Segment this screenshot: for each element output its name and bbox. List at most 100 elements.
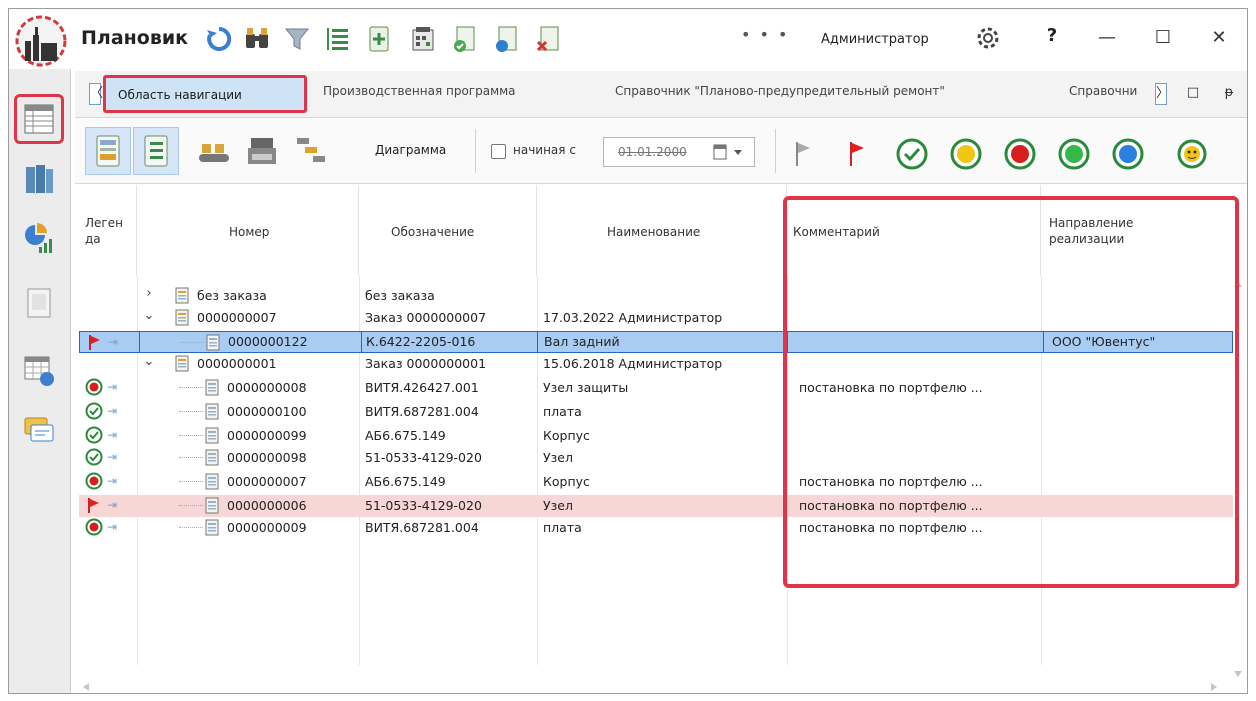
table-row[interactable]: ⇥ 0000000009 ВИТЯ.687281.004 плата постановк… xyxy=(79,517,1233,539)
start-date-checkbox[interactable] xyxy=(491,144,506,159)
table-row[interactable]: ⇥ 0000000122 К.6422-2205-016 Вал задний ООО … xyxy=(79,331,1233,353)
flag-red-icon[interactable] xyxy=(841,137,875,171)
link-icon: ⇥ xyxy=(107,428,118,442)
sidebar-item-messages[interactable] xyxy=(17,409,61,453)
schedule-settings-icon xyxy=(24,356,54,386)
table-row[interactable]: ⇥ 0000000008 ВИТЯ.426427.001 Узел защиты пос… xyxy=(79,377,1233,399)
status-face-icon[interactable] xyxy=(1175,137,1209,171)
document-check-icon[interactable] xyxy=(449,23,481,55)
cell-number: 0000000006 xyxy=(227,498,307,513)
diagram-label[interactable]: Диаграмма xyxy=(375,143,446,157)
cell-comment: постановка по портфелю ... xyxy=(799,498,983,513)
sidebar-item-document[interactable] xyxy=(17,281,61,325)
status-yellow-icon[interactable] xyxy=(949,137,983,171)
cell-number: 0000000122 xyxy=(228,334,308,349)
cell-border xyxy=(788,332,1044,352)
cell-designation: без заказа xyxy=(365,288,435,303)
tab-label: Область навигации xyxy=(118,88,242,102)
expand-toggle[interactable]: › xyxy=(143,286,155,301)
tree-connector xyxy=(179,435,203,437)
tab-production-program[interactable]: Производственная программа xyxy=(323,84,516,98)
user-name[interactable]: Администратор xyxy=(821,32,929,47)
cell-designation: К.6422-2205-016 xyxy=(366,334,476,349)
document-icon xyxy=(175,355,189,372)
calendar-dropdown-icon[interactable] xyxy=(710,142,748,162)
flag-grey-icon[interactable] xyxy=(787,137,821,171)
document-icon xyxy=(205,473,219,490)
table-row[interactable]: ⇥ 0000000099 АБ6.675.149 Корпус xyxy=(79,425,1233,447)
refresh-icon[interactable] xyxy=(203,23,235,55)
cell-number: 0000000099 xyxy=(227,428,307,443)
status-check-icon[interactable] xyxy=(895,137,929,171)
tree-connector xyxy=(179,411,203,413)
document-icon xyxy=(205,497,219,514)
messages-icon xyxy=(24,417,54,442)
app-window: Плановик • • • Администратор ? — ☐ ✕ 〈 О… xyxy=(8,8,1248,694)
sidebar-item-table[interactable] xyxy=(14,94,64,144)
view-list-button[interactable] xyxy=(133,127,179,175)
status-check-icon xyxy=(85,448,103,466)
column-header-name[interactable]: Наименование xyxy=(537,185,787,275)
status-green-icon[interactable] xyxy=(1057,137,1091,171)
help-button[interactable]: ? xyxy=(1042,25,1062,46)
flag-red-icon xyxy=(88,498,99,513)
cell-designation: Заказ 0000000007 xyxy=(365,310,487,325)
toolbar: Диаграмма начиная с 01.01.2000 xyxy=(75,119,1247,184)
cell-designation: ВИТЯ.426427.001 xyxy=(365,380,479,395)
tab-navigation-area[interactable]: Область навигации xyxy=(103,75,307,113)
tab-maintenance-reference[interactable]: Справочник "Планово-предупредительный ре… xyxy=(615,84,945,98)
view-cards-button[interactable] xyxy=(85,127,131,175)
conveyor-button[interactable] xyxy=(191,127,237,175)
table-row[interactable]: › без заказа без заказа xyxy=(79,285,1233,307)
expand-toggle[interactable]: ⌄ xyxy=(143,354,155,369)
document-icon xyxy=(205,427,219,444)
table-row[interactable]: ⇥ 0000000098 51-0533-4129-020 Узел xyxy=(79,447,1233,469)
calculator-icon[interactable] xyxy=(407,23,439,55)
status-red-icon xyxy=(85,378,103,396)
cell-number: 0000000100 xyxy=(227,404,307,419)
tree-connector xyxy=(180,342,204,344)
document-delete-icon[interactable] xyxy=(533,23,565,55)
column-header-direction[interactable]: Направление реализации xyxy=(1041,185,1231,275)
gear-icon[interactable] xyxy=(973,23,1003,53)
analytics-icon xyxy=(25,223,52,253)
table-row[interactable]: ⇥ 0000000007 АБ6.675.149 Корпус постановка п… xyxy=(79,471,1233,493)
document-info-icon[interactable] xyxy=(491,23,523,55)
cell-designation: АБ6.675.149 xyxy=(365,428,446,443)
start-date-field[interactable]: 01.01.2000 xyxy=(603,137,755,167)
add-document-icon[interactable] xyxy=(363,23,395,55)
column-header-legend[interactable]: Леген да xyxy=(75,185,137,275)
column-header-designation[interactable]: Обозначение xyxy=(359,185,537,275)
table-row[interactable]: ⌄ 0000000001 Заказ 0000000001 15.06.2018 Ад… xyxy=(79,353,1233,375)
tabs-scroll-right[interactable]: 〉 xyxy=(1155,83,1169,105)
sidebar-item-books[interactable] xyxy=(17,157,61,201)
tab-restore-button[interactable]: □ xyxy=(1185,85,1201,101)
table-row[interactable]: ⇥ 0000000006 51-0533-4129-020 Узел постановк… xyxy=(79,495,1233,517)
list-indent-icon[interactable] xyxy=(321,23,353,55)
expand-toggle[interactable]: ⌄ xyxy=(143,308,155,323)
close-button[interactable]: ✕ xyxy=(1201,23,1237,51)
tab-pin-button[interactable]: ᵽ xyxy=(1221,85,1237,101)
filter-icon[interactable] xyxy=(281,23,313,55)
more-menu[interactable]: • • • xyxy=(741,25,789,44)
column-header-comment[interactable]: Комментарий xyxy=(787,185,1041,275)
table-row[interactable]: ⌄ 0000000007 Заказ 0000000007 17.03.2022 Ад… xyxy=(79,307,1233,329)
tabs-scroll-left[interactable]: 〈 xyxy=(89,83,103,105)
table-row[interactable]: ⇥ 0000000100 ВИТЯ.687281.004 плата xyxy=(79,401,1233,423)
vertical-scrollbar[interactable] xyxy=(1231,275,1245,694)
sidebar-item-schedule-settings[interactable] xyxy=(17,349,61,393)
status-red-icon[interactable] xyxy=(1003,137,1037,171)
cell-number: 0000000009 xyxy=(227,520,307,535)
horizontal-scrollbar[interactable] xyxy=(75,679,1231,694)
binoculars-icon[interactable] xyxy=(241,23,273,55)
gantt-button[interactable] xyxy=(287,127,333,175)
maximize-button[interactable]: ☐ xyxy=(1145,23,1181,51)
tab-reference[interactable]: Справочни xyxy=(1069,84,1147,98)
sidebar-item-analytics[interactable] xyxy=(17,217,61,261)
column-header-number[interactable]: Номер xyxy=(137,185,359,275)
warehouse-button[interactable] xyxy=(239,127,285,175)
tree-connector xyxy=(179,481,203,483)
status-blue-icon[interactable] xyxy=(1111,137,1145,171)
minimize-button[interactable]: — xyxy=(1089,23,1125,51)
cell-number: без заказа xyxy=(197,288,267,303)
